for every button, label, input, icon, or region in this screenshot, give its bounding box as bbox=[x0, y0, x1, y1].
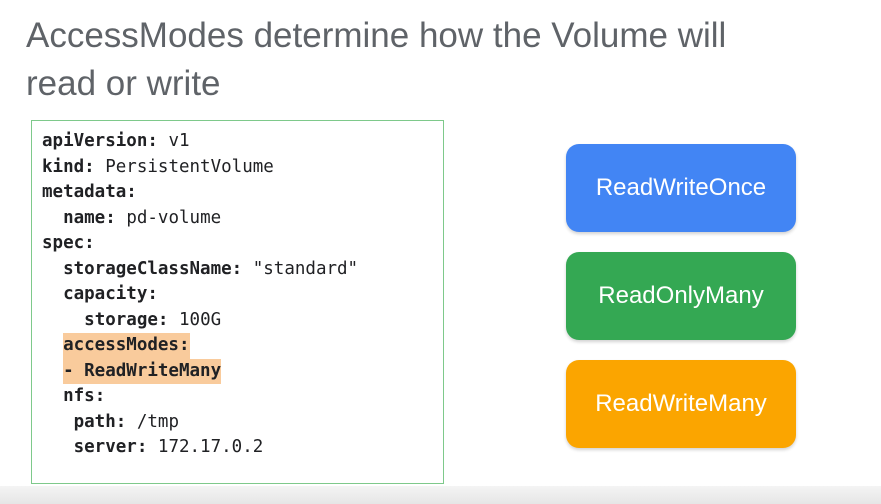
code-key: apiVersion bbox=[42, 131, 148, 151]
code-value: "standard" bbox=[242, 258, 359, 279]
code-line-apiversion: apiVersion: v1 bbox=[42, 131, 190, 151]
code-line-nfs: nfs: bbox=[63, 386, 106, 406]
access-mode-label: ReadOnlyMany bbox=[598, 282, 764, 309]
access-mode-readwriteonce: ReadWriteOnce bbox=[566, 144, 796, 232]
code-line-spec: spec: bbox=[42, 233, 95, 253]
code-line-storageclassname: storageClassName: "standard" bbox=[63, 258, 359, 279]
code-line-readwritemany: - ReadWriteMany bbox=[42, 358, 358, 384]
code-value: PersistentVolume bbox=[94, 156, 274, 177]
access-mode-label: ReadWriteOnce bbox=[595, 174, 767, 201]
highlighted-code: - ReadWriteMany bbox=[63, 358, 222, 384]
highlighted-code: accessModes: bbox=[63, 333, 190, 359]
code-key: capacity bbox=[63, 284, 148, 304]
yaml-code-lines: apiVersion: v1 kind: PersistentVolume me… bbox=[42, 129, 358, 461]
yaml-code-box: apiVersion: v1 kind: PersistentVolume me… bbox=[31, 120, 444, 484]
code-key: metadata bbox=[42, 182, 127, 202]
code-key: spec bbox=[42, 233, 85, 253]
code-key: kind bbox=[42, 156, 85, 177]
code-value: /tmp bbox=[126, 411, 179, 432]
code-key: storage bbox=[84, 309, 158, 330]
code-line-path: path: /tmp bbox=[73, 411, 179, 432]
code-value: pd-volume bbox=[115, 207, 222, 228]
code-line-storage: storage: 100G bbox=[84, 309, 222, 330]
access-mode-readwritemany: ReadWriteMany bbox=[566, 360, 796, 448]
code-key: server bbox=[73, 437, 137, 457]
bottom-bar bbox=[0, 486, 881, 504]
code-line-kind: kind: PersistentVolume bbox=[42, 156, 274, 177]
code-key: path bbox=[73, 411, 116, 432]
slide-title-line-2: read or write bbox=[26, 64, 221, 103]
access-mode-label: ReadWriteMany bbox=[595, 390, 767, 417]
code-value: v1 bbox=[157, 131, 190, 151]
code-line-metadata: metadata: bbox=[42, 182, 137, 202]
code-line-capacity: capacity: bbox=[63, 284, 158, 304]
code-value: 172.17.0.2 bbox=[147, 437, 264, 457]
code-value: 100G bbox=[168, 309, 222, 330]
code-key: name bbox=[63, 207, 106, 228]
code-key: storageClassName bbox=[63, 258, 232, 279]
slide-title: AccessModes determine how the Volume wil… bbox=[26, 12, 826, 108]
code-line-name: name: pd-volume bbox=[63, 207, 222, 228]
slide-title-line-1: AccessModes determine how the Volume wil… bbox=[26, 16, 727, 55]
code-key: nfs bbox=[63, 386, 95, 406]
code-line-accessmodes: accessModes: bbox=[42, 333, 358, 359]
access-mode-readonlymany: ReadOnlyMany bbox=[566, 252, 796, 340]
code-line-server: server: 172.17.0.2 bbox=[73, 437, 264, 457]
